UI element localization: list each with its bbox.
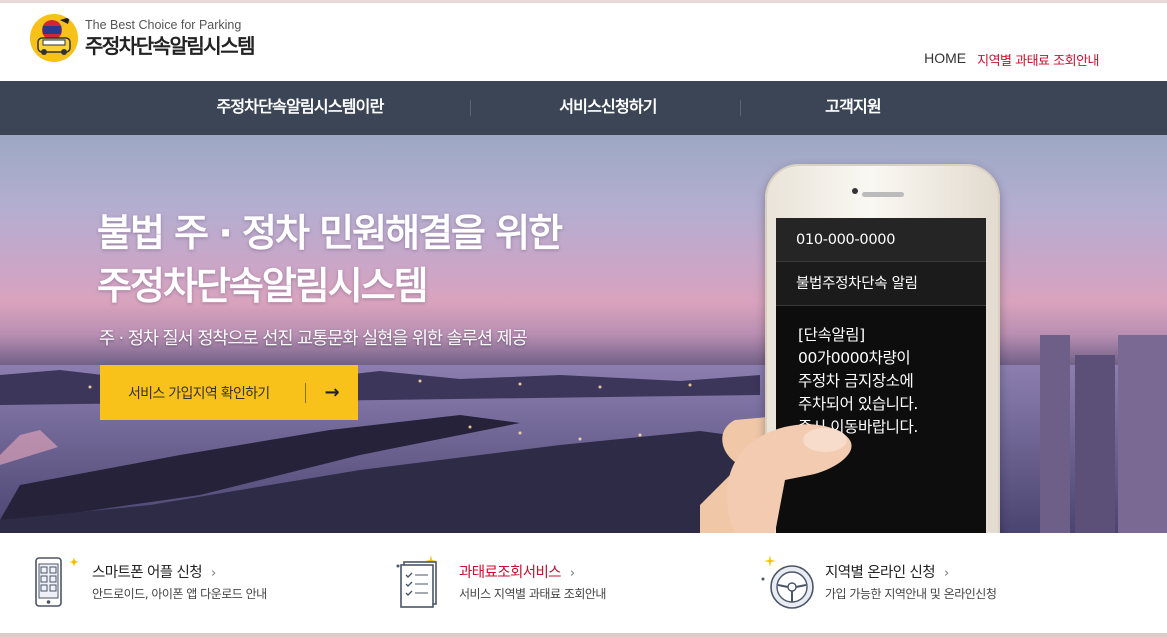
service-title: 스마트폰 어플 신청 ›	[92, 565, 216, 581]
thumb-image	[726, 424, 852, 533]
logo-tagline: The Best Choice for Parking	[85, 18, 242, 32]
nav-divider	[740, 100, 741, 116]
parking-car-logo-icon	[30, 14, 78, 62]
main-navigation: 주정차단속알림시스템이란 서비스신청하기 고객지원	[0, 81, 1167, 135]
phone-camera-dot	[852, 188, 858, 194]
nav-item-about-system[interactable]: 주정차단속알림시스템이란	[170, 81, 430, 135]
logo-title: 주정차단속알림시스템	[85, 34, 256, 58]
utility-nav: HOME 지역별 과태료 조회안내	[924, 50, 1099, 69]
chevron-right-icon: ›	[210, 566, 216, 581]
service-smartphone-app[interactable]: 스마트폰 어플 신청 › 안드로이드, 아이폰 앱 다운로드 안내	[28, 533, 368, 633]
chevron-right-icon: ›	[943, 566, 949, 581]
nav-item-customer-support[interactable]: 고객지원	[748, 81, 958, 135]
checklist-document-icon	[396, 555, 437, 608]
service-title: 지역별 온라인 신청 ›	[825, 565, 949, 581]
service-fee-lookup[interactable]: 과태료조회서비스 › 서비스 지역별 과태료 조회안내	[393, 533, 733, 633]
service-description: 서비스 지역별 과태료 조회안내	[459, 587, 606, 601]
site-header: The Best Choice for Parking 주정차단속알림시스템 H…	[0, 3, 1167, 81]
phone-speaker	[862, 192, 904, 197]
home-link[interactable]: HOME	[924, 50, 966, 69]
sms-line: [단속알림]	[798, 326, 865, 344]
service-description: 안드로이드, 아이폰 앱 다운로드 안내	[92, 587, 267, 601]
site-logo[interactable]: The Best Choice for Parking 주정차단속알림시스템	[30, 14, 256, 62]
sms-line: 00가0000차량이	[798, 349, 911, 367]
smartphone-app-icon	[35, 557, 79, 607]
bottom-rule	[0, 633, 1167, 637]
service-online-application[interactable]: 지역별 온라인 신청 › 가입 가능한 지역안내 및 온라인신청	[758, 533, 1118, 633]
steering-wheel-icon	[761, 555, 814, 609]
nav-divider	[470, 100, 471, 116]
phone-mockup-clip: 010-000-0000 불법주정차단속 알림 [단속알림] 00가0000차량…	[0, 135, 1167, 533]
nav-item-service-application[interactable]: 서비스신청하기	[478, 81, 738, 135]
regional-fee-info-link[interactable]: 지역별 과태료 조회안내	[977, 50, 1099, 69]
service-title: 과태료조회서비스 ›	[459, 565, 575, 581]
chevron-right-icon: ›	[569, 566, 575, 581]
service-shortcuts: 스마트폰 어플 신청 › 안드로이드, 아이폰 앱 다운로드 안내 과태료조회서비…	[0, 533, 1167, 633]
service-description: 가입 가능한 지역안내 및 온라인신청	[825, 587, 997, 601]
sms-sender: 010-000-0000	[776, 218, 986, 262]
sms-subject: 불법주정차단속 알림	[776, 262, 986, 306]
